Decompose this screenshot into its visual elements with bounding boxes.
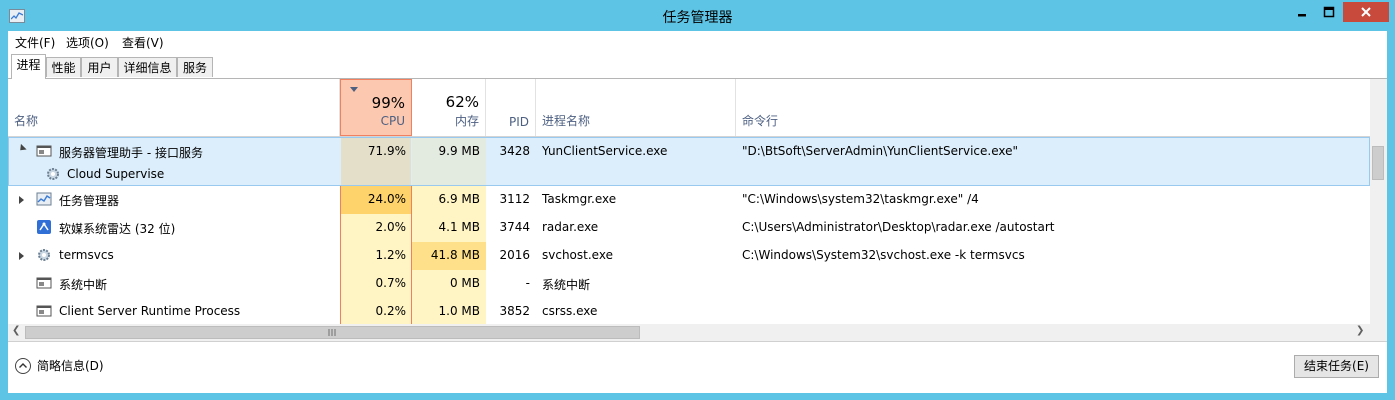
column-header-name[interactable]: 名称: [8, 79, 340, 136]
minimize-icon: [1298, 14, 1306, 17]
horizontal-scrollbar[interactable]: ❮ ❯: [8, 324, 1370, 341]
memory-value: 4.1 MB: [438, 220, 480, 234]
table-row[interactable]: 系统中断 0.7% 0 MB - 系统中断: [8, 270, 1370, 298]
column-label-process-name: 进程名称: [542, 114, 591, 128]
tab-details[interactable]: 详细信息: [118, 57, 177, 77]
pid-value: 3112: [499, 192, 530, 206]
radar-app-icon: [37, 220, 51, 234]
column-header-process-name[interactable]: 进程名称: [536, 79, 736, 136]
service-window-icon: [36, 305, 52, 317]
cpu-total-percent: 99%: [371, 94, 405, 112]
memory-value: 1.0 MB: [438, 304, 480, 318]
child-process-name: Cloud Supervise: [67, 167, 165, 181]
cpu-value: 1.2%: [375, 248, 407, 262]
process-name: 服务器管理助手 - 接口服务: [59, 146, 203, 160]
fewer-details-label: 简略信息(D): [37, 359, 104, 373]
process-list: 名称 99% CPU 62% 内存 PID 进程名称 命令行 服务器管理助手 -…: [8, 79, 1387, 342]
process-name: Client Server Runtime Process: [59, 304, 241, 318]
pid-value: 2016: [499, 248, 530, 262]
gear-icon: [47, 168, 59, 180]
grip-icon: [328, 329, 336, 336]
column-label-name: 名称: [14, 114, 39, 128]
scroll-right-icon[interactable]: ❯: [1356, 325, 1364, 336]
menu-view[interactable]: 查看(V): [122, 34, 164, 51]
service-window-icon: [36, 145, 52, 157]
client-area: 文件(F) 选项(O) 查看(V) 进程 性能 用户 详细信息 服务 名称 99…: [8, 31, 1387, 393]
tab-performance[interactable]: 性能: [46, 57, 81, 77]
menu-bar: 文件(F) 选项(O) 查看(V): [8, 31, 1387, 52]
tab-users[interactable]: 用户: [81, 57, 118, 77]
process-image-name: Taskmgr.exe: [542, 192, 617, 206]
footer: 简略信息(D) 结束任务(E): [8, 343, 1387, 393]
process-image-name: csrss.exe: [542, 304, 598, 318]
column-label-cpu: CPU: [380, 114, 405, 128]
maximize-button[interactable]: [1316, 2, 1342, 22]
tab-services[interactable]: 服务: [177, 57, 213, 77]
menu-options[interactable]: 选项(O): [66, 34, 109, 51]
vertical-scrollbar[interactable]: [1370, 79, 1387, 341]
memory-value: 41.8 MB: [430, 248, 480, 262]
title-bar[interactable]: 任务管理器: [0, 0, 1395, 32]
process-image-name: radar.exe: [542, 220, 599, 234]
tab-processes[interactable]: 进程: [11, 54, 46, 79]
column-header-pid[interactable]: PID: [486, 79, 536, 136]
process-image-name: 系统中断: [542, 278, 591, 292]
pid-value: 3428: [499, 144, 530, 158]
table-row[interactable]: 任务管理器 24.0% 6.9 MB 3112 Taskmgr.exe "C:\…: [8, 186, 1370, 214]
process-name: 软媒系统雷达 (32 位): [59, 222, 176, 236]
process-name: 任务管理器: [59, 194, 120, 208]
gear-icon: [38, 249, 50, 261]
column-header-command-line[interactable]: 命令行: [736, 79, 1370, 136]
memory-value: 9.9 MB: [438, 144, 480, 158]
process-image-name: svchost.exe: [542, 248, 613, 262]
task-manager-icon: [36, 192, 52, 206]
memory-total-percent: 62%: [445, 93, 479, 111]
end-task-button[interactable]: 结束任务(E): [1294, 355, 1379, 378]
minimize-button[interactable]: [1289, 2, 1315, 22]
process-image-name: YunClientService.exe: [542, 144, 668, 158]
expand-arrow-icon[interactable]: [19, 196, 24, 204]
pid-value: 3744: [499, 220, 530, 234]
table-row[interactable]: termsvcs 1.2% 41.8 MB 2016 svchost.exe C…: [8, 242, 1370, 270]
memory-value: 0 MB: [449, 276, 480, 290]
cpu-value: 0.7%: [375, 276, 407, 290]
column-label-pid: PID: [508, 115, 529, 129]
command-line-value: "C:\Windows\system32\taskmgr.exe" /4: [742, 192, 979, 206]
child-row[interactable]: Cloud Supervise: [8, 162, 1370, 186]
close-icon: [1361, 7, 1371, 17]
tab-bar: 进程 性能 用户 详细信息 服务: [8, 54, 1387, 79]
pid-value: -: [525, 276, 530, 290]
cpu-value: 24.0%: [367, 192, 406, 206]
process-name: termsvcs: [59, 248, 114, 262]
horizontal-scroll-thumb[interactable]: [25, 326, 640, 339]
window-title: 任务管理器: [662, 10, 733, 26]
expand-arrow-icon[interactable]: [19, 252, 24, 260]
chevron-up-icon: [15, 357, 31, 374]
memory-value: 6.9 MB: [438, 192, 480, 206]
task-manager-window: 任务管理器 文件(F) 选项(O) 查看(V) 进程 性能 用户 详细信息 服务: [0, 0, 1395, 400]
collapse-arrow-icon[interactable]: [17, 143, 27, 154]
table-row[interactable]: Client Server Runtime Process 0.2% 1.0 M…: [8, 298, 1370, 326]
sort-descending-icon: [350, 87, 358, 92]
cpu-value: 71.9%: [367, 144, 406, 158]
column-label-command-line: 命令行: [742, 114, 779, 128]
service-window-icon: [36, 277, 52, 289]
command-line-value: "D:\BtSoft\ServerAdmin\YunClientService.…: [742, 144, 1019, 158]
cpu-value: 2.0%: [375, 220, 407, 234]
column-header-memory[interactable]: 62% 内存: [412, 79, 486, 136]
vertical-scroll-thumb[interactable]: [1372, 146, 1384, 180]
menu-file[interactable]: 文件(F): [15, 34, 55, 51]
command-line-value: C:\Windows\System32\svchost.exe -k terms…: [742, 248, 1025, 262]
command-line-value: C:\Users\Administrator\Desktop\radar.exe…: [742, 220, 1055, 234]
table-row[interactable]: 软媒系统雷达 (32 位) 2.0% 4.1 MB 3744 radar.exe…: [8, 214, 1370, 242]
column-label-memory: 内存: [454, 114, 479, 128]
maximize-icon: [1323, 6, 1335, 18]
process-name: 系统中断: [59, 278, 108, 292]
column-header-cpu[interactable]: 99% CPU: [340, 79, 412, 136]
close-button[interactable]: [1343, 2, 1389, 22]
fewer-details-toggle[interactable]: 简略信息(D): [15, 357, 104, 374]
scroll-left-icon[interactable]: ❮: [12, 325, 20, 336]
pid-value: 3852: [499, 304, 530, 318]
cpu-value: 0.2%: [375, 304, 407, 318]
